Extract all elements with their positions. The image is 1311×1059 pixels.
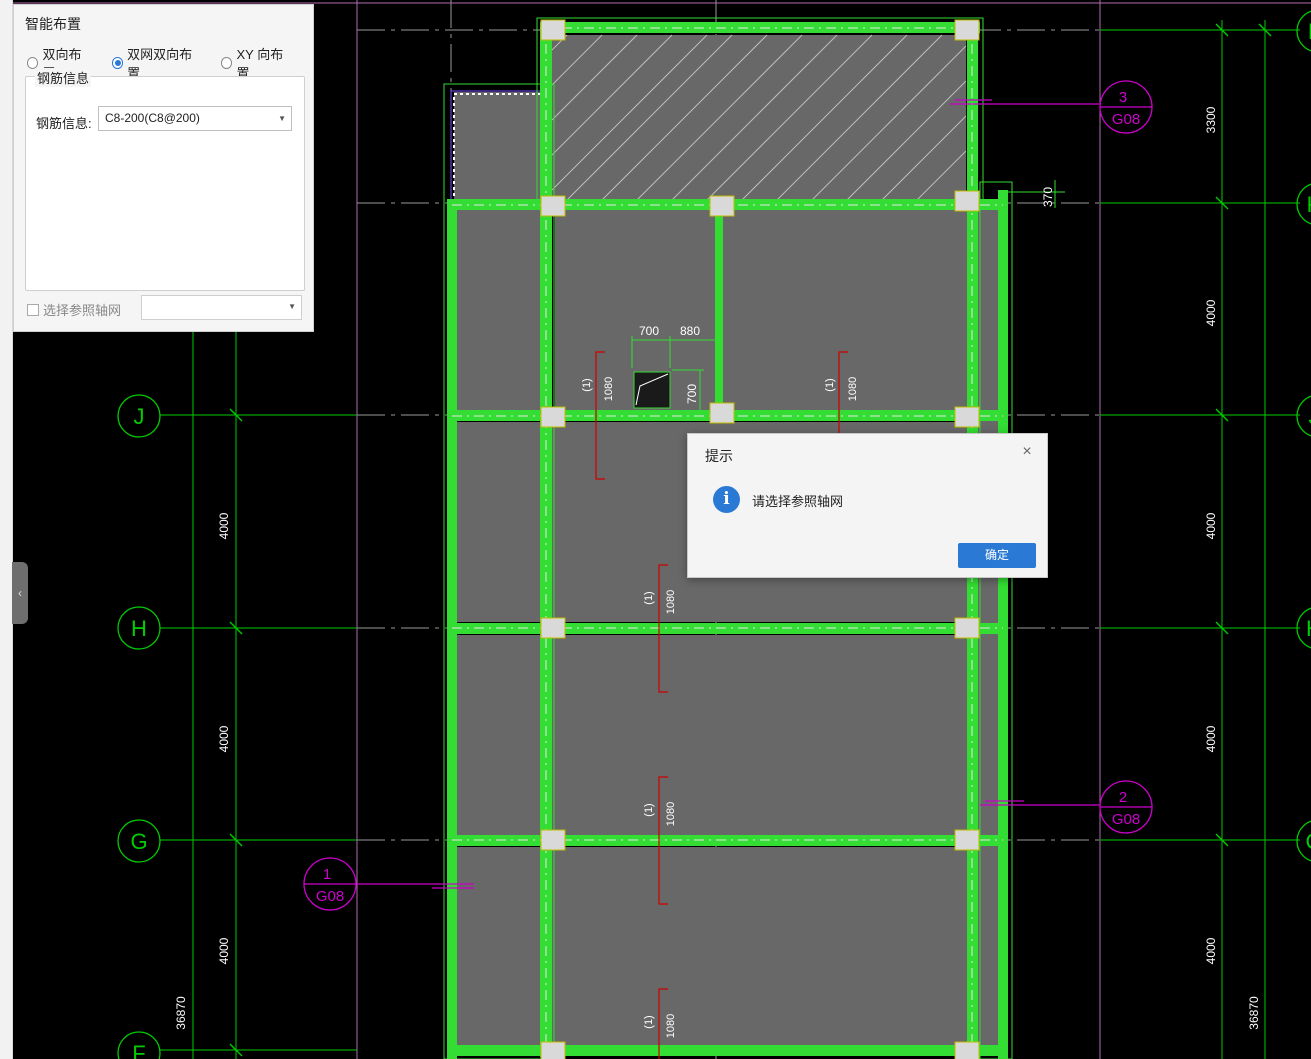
panel-title: 智能布置 bbox=[25, 16, 81, 32]
collapse-panel-button[interactable]: ‹ bbox=[12, 562, 28, 624]
total-dim-right: 36870 bbox=[1247, 996, 1261, 1030]
ok-button[interactable]: 确定 bbox=[958, 543, 1036, 568]
opening-dim-width: 700 bbox=[639, 324, 659, 338]
slab-dim-1: 1080 bbox=[603, 377, 615, 401]
left-sidebar-strip bbox=[0, 0, 13, 1059]
slab-dim-5: 1080 bbox=[665, 1014, 677, 1038]
slab-mark-1: (1) bbox=[581, 378, 593, 391]
slab-mark-3: (1) bbox=[643, 591, 655, 604]
close-icon[interactable]: × bbox=[1019, 443, 1035, 461]
dim-right-1: 3300 bbox=[1204, 106, 1218, 133]
slab-dim-4: 1080 bbox=[665, 802, 677, 826]
prompt-dialog: 提示 × i 请选择参照轴网 确定 bbox=[687, 433, 1048, 578]
ref-axis-select[interactable]: ▼ bbox=[141, 295, 302, 320]
smart-layout-panel: 智能布置 双向布置 双网双向布置 XY 向布置 钢筋信息 钢筋信息: C8-20… bbox=[13, 4, 314, 332]
axis-label-h-right: H bbox=[1306, 616, 1311, 641]
rebar-info-group: 钢筋信息 钢筋信息: C8-200(C8@200) ▼ bbox=[25, 68, 305, 291]
chevron-down-icon: ▼ bbox=[278, 114, 286, 123]
info-icon: i bbox=[713, 486, 740, 513]
dialog-message: 请选择参照轴网 bbox=[752, 494, 844, 509]
section-1-sheet: G08 bbox=[316, 888, 344, 905]
radio-dot-selected bbox=[111, 57, 124, 69]
dim-right-2: 4000 bbox=[1204, 299, 1218, 326]
axis-label-f: F bbox=[132, 1041, 145, 1059]
axis-label-k: K bbox=[1307, 192, 1311, 217]
ref-axis-checkbox[interactable]: 选择参照轴网 bbox=[27, 300, 121, 319]
dim-right-5: 4000 bbox=[1204, 937, 1218, 964]
total-dim-left: 36870 bbox=[174, 996, 188, 1030]
section-2-sheet: G08 bbox=[1112, 811, 1140, 828]
slab-dim-2: 1080 bbox=[847, 377, 859, 401]
ref-axis-checkbox-label: 选择参照轴网 bbox=[43, 303, 122, 318]
radio-dot bbox=[221, 57, 233, 69]
axis-label-g-right: G bbox=[1305, 829, 1311, 854]
dialog-title: 提示 bbox=[705, 448, 733, 464]
axis-label-h: H bbox=[131, 616, 147, 641]
chevron-down-icon: ▼ bbox=[288, 302, 296, 311]
section-1-num: 1 bbox=[323, 866, 331, 883]
small-dim: 370 bbox=[1041, 187, 1055, 207]
slab-mark-2: (1) bbox=[824, 378, 836, 391]
section-3-num: 3 bbox=[1119, 89, 1127, 106]
slab-dim-3: 1080 bbox=[665, 590, 677, 614]
axis-label-j: J bbox=[134, 404, 145, 429]
slab-mark-4: (1) bbox=[643, 803, 655, 816]
rebar-select[interactable]: C8-200(C8@200) ▼ bbox=[98, 106, 292, 131]
section-2-num: 2 bbox=[1119, 789, 1127, 806]
axis-label-g: G bbox=[130, 829, 147, 854]
rebar-group-title: 钢筋信息 bbox=[35, 68, 92, 87]
dim-left-2: 4000 bbox=[217, 725, 231, 752]
rebar-field-label: 钢筋信息: bbox=[36, 116, 92, 131]
dim-right-4: 4000 bbox=[1204, 725, 1218, 752]
dim-right-3: 4000 bbox=[1204, 512, 1218, 539]
slab-mark-5: (1) bbox=[643, 1015, 655, 1028]
dim-left-3: 4000 bbox=[217, 937, 231, 964]
opening-dim-offset: 880 bbox=[680, 324, 700, 338]
dim-left-1: 4000 bbox=[217, 512, 231, 539]
checkbox-box bbox=[27, 303, 39, 316]
rebar-select-value: C8-200(C8@200) bbox=[105, 111, 200, 125]
opening-dim-height: 700 bbox=[685, 384, 699, 404]
section-3-sheet: G08 bbox=[1112, 111, 1140, 128]
